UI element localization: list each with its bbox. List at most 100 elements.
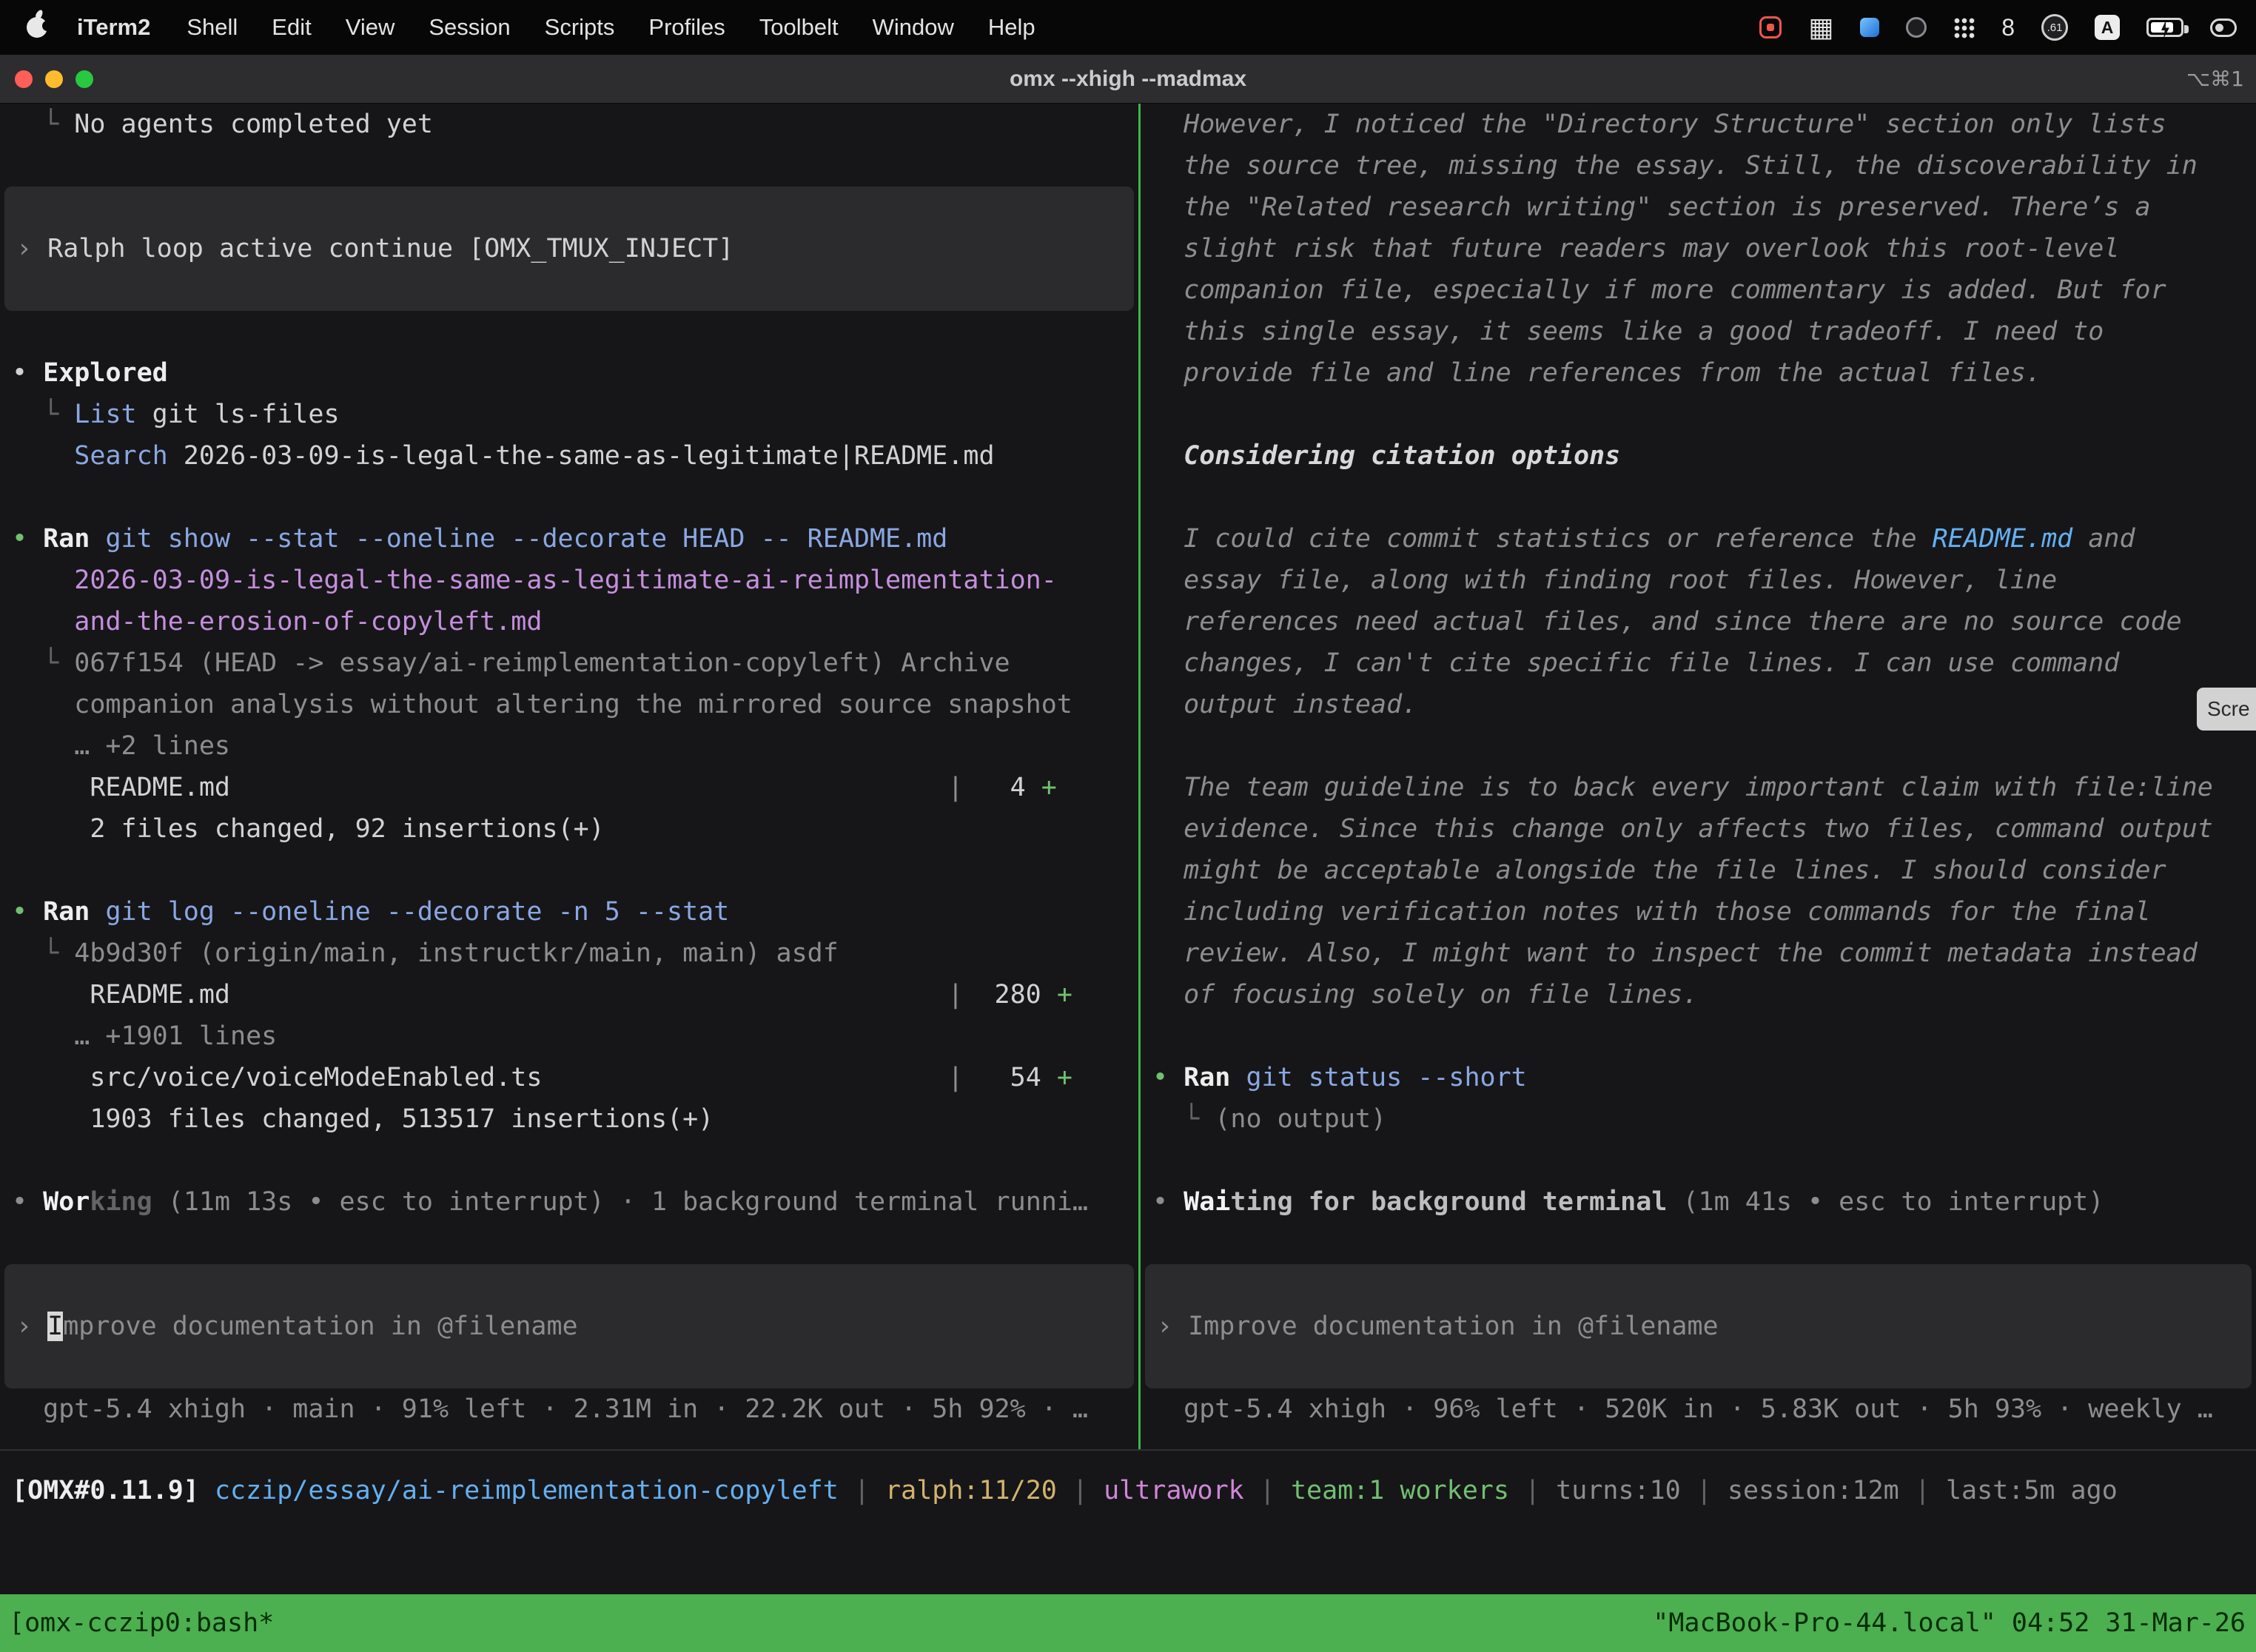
text-segment: Search [74,441,167,471]
input-source-icon[interactable]: A [2095,15,2120,40]
spacer [1141,1140,2256,1181]
spacer [0,145,1138,187]
text-segment: 2026-03-09-is-legal-the-same-as-legitima… [74,565,1057,595]
launchpad-icon[interactable] [1953,17,1975,38]
macos-menubar: iTerm2 ShellEditViewSessionScriptsProfil… [0,0,2256,55]
menu-edit[interactable]: Edit [255,14,328,41]
text-segment: + [1041,773,1057,802]
spacer [0,1140,1138,1181]
text-segment: Ran [43,897,90,927]
ralph-loop-line: › Ralph loop active continue [OMX_TMUX_I… [4,228,1134,269]
thinking-p2-l3: references need actual files, and since … [1141,601,2256,642]
menu-profiles[interactable]: Profiles [631,14,742,41]
text-segment: | [1899,1476,1946,1505]
screen-recording-indicator[interactable] [1759,16,1782,38]
text-segment: companion file, especially if more comme… [1152,275,2166,305]
thinking-p2-l5: output instead. [1141,684,2256,725]
text-segment: • [1152,1187,1184,1217]
text-segment: king [90,1187,152,1217]
text-segment: I [47,1312,63,1341]
text-segment: output instead. [1152,690,1417,719]
tmux-session-info: [omx-cczip0:bash* [0,1608,274,1638]
text-segment: └ [12,110,74,139]
thinking-p3-l6: of focusing solely on file lines. [1141,974,2256,1015]
text-segment: • [12,524,43,554]
minimize-button[interactable] [45,70,63,88]
zoom-button[interactable] [75,70,93,88]
text-segment: essay file, along with finding root file… [1152,565,2057,595]
text-segment: 4 [963,773,1041,802]
screen-share-tooltip[interactable]: Scre [2197,688,2256,731]
left-pane[interactable]: └ No agents completed yet› Ralph loop ac… [0,104,1138,1449]
menu-shell[interactable]: Shell [169,14,255,41]
text-segment: • [12,358,43,388]
dark-app-icon[interactable] [1906,17,1927,38]
spacer [1141,477,2256,518]
control-center-icon[interactable] [2210,19,2237,37]
text-segment [12,441,74,471]
text-segment: | [839,1476,885,1505]
text-segment: 54 [963,1063,1056,1092]
text-segment: + [1057,980,1072,1010]
text-segment: gpt-5.4 xhigh · 96% left · 520K in · 5.8… [1152,1394,2213,1424]
thinking-p3-l5: review. Also, I might want to inspect th… [1141,933,2256,974]
menu-help[interactable]: Help [971,14,1053,41]
apple-menu-icon[interactable] [27,17,47,38]
prompt-input-right[interactable]: › Improve documentation in @filename [1145,1264,2252,1389]
ralph-loop-banner[interactable]: › Ralph loop active continue [OMX_TMUX_I… [4,187,1134,311]
thinking-p3-l4: including verification notes with those … [1141,891,2256,933]
menubar-status-icons: ▦ 8 .61 A [1759,13,2256,43]
blue-app-icon[interactable] [1860,18,1879,37]
text-segment: and [2072,524,2135,554]
menu-scripts[interactable]: Scripts [528,14,632,41]
text-segment: companion analysis without altering the … [12,690,1072,719]
grid-icon[interactable]: ▦ [1808,13,1833,43]
commit-line: └ 067f154 (HEAD -> essay/ai-reimplementa… [0,642,1138,684]
omx-version: [OMX#0.11.9] [12,1476,199,1505]
commit-line-2: companion analysis without altering the … [0,684,1138,725]
text-segment: | [230,773,963,802]
log-diffstat-summary: 1903 files changed, 513517 insertions(+) [0,1098,1138,1140]
spacer [1141,1015,2256,1057]
thinking-p1-l1: However, I noticed the "Directory Struct… [1141,104,2256,145]
text-segment: … +1901 lines [12,1021,277,1051]
text-segment: | [1244,1476,1291,1505]
text-segment: ting for background terminal [1230,1187,1667,1217]
menu-session[interactable]: Session [412,14,527,41]
traffic-lights [0,70,93,88]
close-button[interactable] [15,70,33,88]
spacer [0,1223,1138,1264]
text-segment: including verification notes with those … [1152,897,2151,927]
window-titlebar[interactable]: omx --xhigh --madmax ⌥⌘1 [0,55,2256,104]
text-segment [90,524,105,554]
text-segment: Explored [43,358,168,388]
text-segment: references need actual files, and since … [1152,607,2182,637]
tmux-host-clock: "MacBook-Pro-44.local" 04:52 31-Mar-26 [1653,1608,2256,1638]
menu-toolbelt[interactable]: Toolbelt [742,14,856,41]
gauge-icon[interactable]: .61 [2041,14,2068,41]
battery-icon[interactable] [2146,18,2183,37]
right-pane[interactable]: However, I noticed the "Directory Struct… [1141,104,2256,1449]
charging-bolt-icon [2159,20,2172,38]
menu-app-iterm2[interactable]: iTerm2 [58,14,169,41]
omx-mode: ultrawork [1104,1476,1244,1505]
spacer [0,477,1138,518]
text-segment: 4b9d30f (origin/main, instructkr/main, m… [74,939,839,968]
explored-header: • Explored [0,352,1138,394]
terminal-panes: └ No agents completed yet› Ralph loop ac… [0,104,2256,1449]
thinking-p2-l1: I could cite commit statistics or refere… [1141,518,2256,560]
text-segment: └ [12,400,74,429]
omx-status-line: [OMX#0.11.9] cczip/essay/ai-reimplementa… [0,1470,2256,1511]
text-segment: and-the-erosion-of-copyleft.md [74,607,542,637]
diffstat-summary: 2 files changed, 92 insertions(+) [0,808,1138,850]
prompt-input-left[interactable]: › Improve documentation in @filename [4,1264,1134,1389]
thinking-heading: Considering citation options [1141,435,2256,477]
digit-icon[interactable]: 8 [2001,14,2015,41]
diffstat-readme: README.md | 4 + [0,767,1138,808]
menu-window[interactable]: Window [856,14,971,41]
text-segment: changes, I can't cite specific file line… [1152,648,2119,678]
text-segment [12,565,74,595]
menu-view[interactable]: View [329,14,412,41]
text-segment [90,897,105,927]
text-segment: review. Also, I might want to inspect th… [1152,939,2198,968]
